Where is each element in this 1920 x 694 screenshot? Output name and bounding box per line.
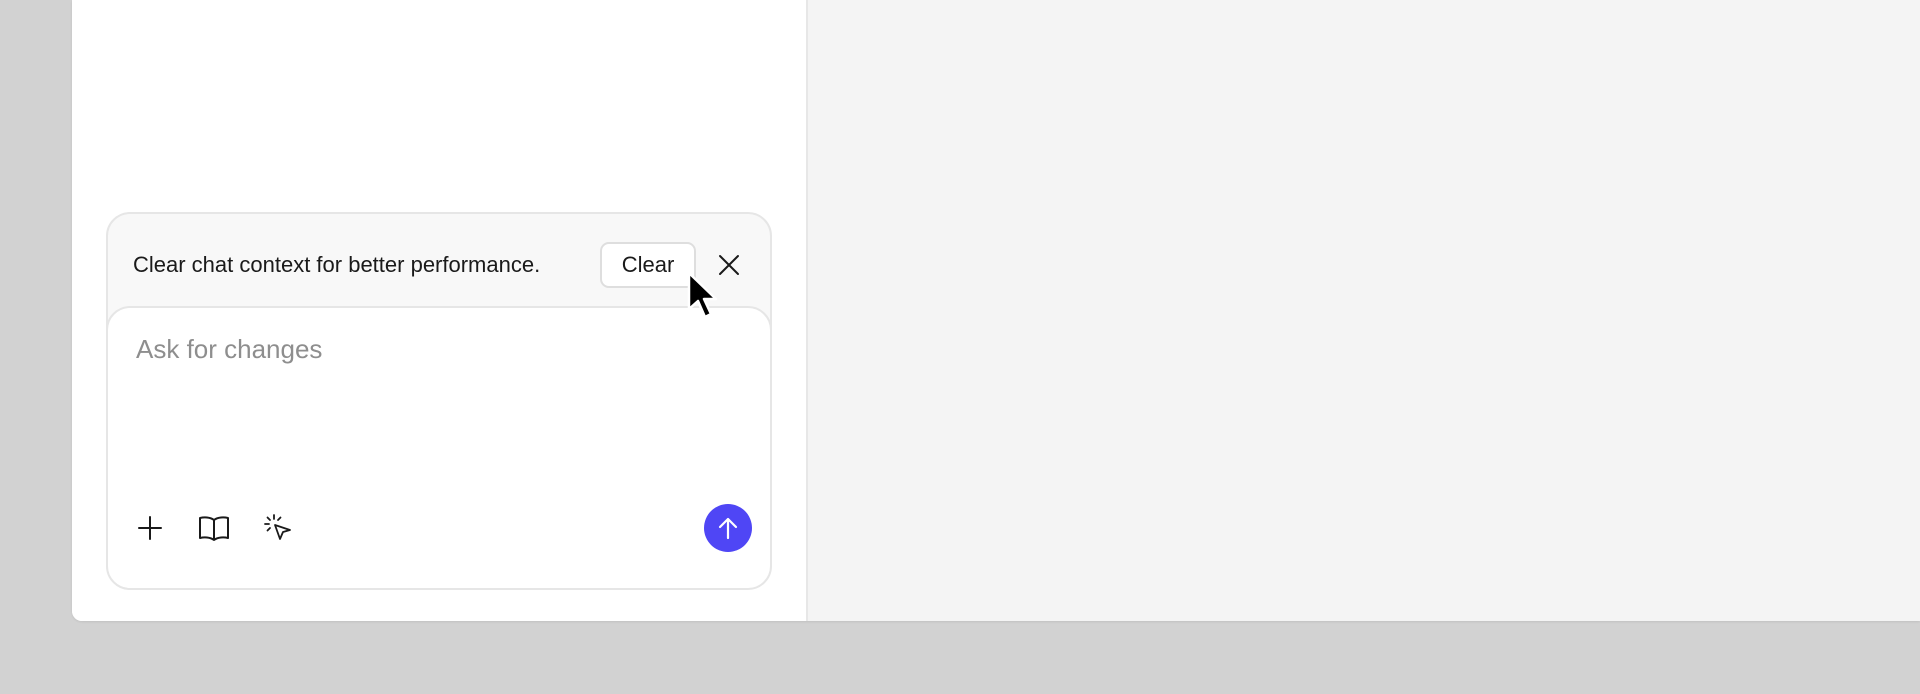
prompt-input[interactable] xyxy=(136,334,736,454)
close-icon[interactable] xyxy=(714,250,744,280)
plus-icon[interactable] xyxy=(132,510,168,546)
arrow-up-icon xyxy=(718,517,738,540)
app-window: Clear chat context for better performanc… xyxy=(72,0,1920,621)
clear-context-notice: Clear chat context for better performanc… xyxy=(108,214,770,306)
notice-text: Clear chat context for better performanc… xyxy=(133,252,541,277)
chat-composer-card: Clear chat context for better performanc… xyxy=(106,212,772,590)
prompt-box xyxy=(106,306,772,590)
clear-button[interactable]: Clear xyxy=(600,242,696,288)
book-icon[interactable] xyxy=(196,510,232,546)
chat-panel: Clear chat context for better performanc… xyxy=(72,0,808,621)
select-element-icon[interactable] xyxy=(260,510,296,546)
send-button[interactable] xyxy=(704,504,752,552)
